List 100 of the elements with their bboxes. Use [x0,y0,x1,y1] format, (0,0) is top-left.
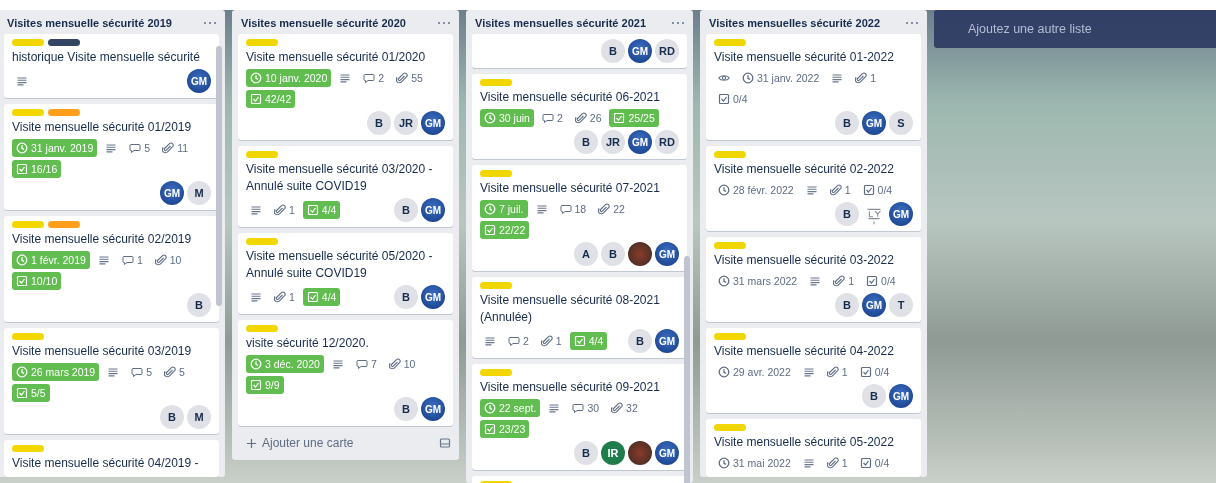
member-logo-avatar[interactable]: GM [889,202,913,226]
card[interactable]: Visite mensuelle sécurité 03/2019 26 mars 2019 5 5 5/5 B M [4,328,219,434]
member-avatar[interactable]: S [889,111,913,135]
member-avatar[interactable]: B [628,329,652,353]
card[interactable]: Visite mensuelle sécurité 06-2021 30 juin 2 26 25/25 B JR GM RD [472,74,687,159]
member-avatar[interactable]: B [187,293,211,317]
member-logo-avatar[interactable]: GM [862,111,886,135]
member-avatar[interactable]: B [601,39,625,63]
member-avatar[interactable]: B [835,111,859,135]
member-avatar[interactable]: B [367,111,391,135]
comment-count: 1 [117,251,147,269]
member-logo-avatar[interactable]: GM [655,242,679,266]
member-avatar[interactable]: T [889,293,913,317]
list-title[interactable]: Visites mensuelle sécurité 2019 [7,17,172,29]
member-avatar[interactable]: B [394,397,418,421]
checklist-badge: 22/22 [480,221,530,239]
card[interactable]: Visite mensuelle sécurité 02-2022 28 févr. 2022 1 0/4 B GM [706,146,921,231]
member-avatar[interactable]: B [601,242,625,266]
member-logo-avatar[interactable]: GM [628,130,652,154]
more-icon[interactable] [905,21,919,25]
member-avatar[interactable]: A [574,242,598,266]
attachment-count: 22 [594,200,629,218]
member-avatar[interactable]: M [187,405,211,429]
member-avatar[interactable]: B [160,405,184,429]
more-icon[interactable] [437,21,451,25]
checklist-badge: 4/4 [569,332,608,350]
comment-count: 2 [359,69,389,87]
card-title: Visite mensuelle sécurité 01/2020 [246,49,427,66]
card-title: Visite mensuelle sécurité 02/2019 [12,231,193,248]
member-avatar[interactable]: B [574,130,598,154]
checklist-badge: 0/4 [714,90,752,108]
member-logo-avatar[interactable]: GM [421,111,445,135]
list-title[interactable]: Visites mensuelles sécurité 2022 [709,17,880,29]
template-icon[interactable] [439,437,451,449]
member-avatar[interactable]: M [187,181,211,205]
member-avatar[interactable]: B [394,285,418,309]
member-logo-avatar[interactable]: GM [655,329,679,353]
card[interactable]: Visite mensuelle sécurité 03/2020 - Annulé suite COVID19 1 4/4 B GM [238,146,453,227]
member-logo-avatar[interactable]: GM [862,293,886,317]
due-date-badge: 28 févr. 2022 [714,181,798,199]
list-title[interactable]: Visites mensuelle sécurité 2020 [241,17,406,29]
member-logo-avatar[interactable]: GM [889,384,913,408]
avatar-photo-placeholder[interactable] [628,242,652,266]
card[interactable]: Visite mensuelle sécurité 05-2022 31 mai 2022 1 0/4 [706,419,921,477]
member-avatar[interactable]: RD [655,130,679,154]
member-avatar[interactable]: B [574,441,598,465]
checklist-badge: 0/4 [862,272,900,290]
member-logo-avatar[interactable]: GM [160,181,184,205]
comment-count: 30 [568,399,604,417]
card[interactable]: Visite mensuelle sécurité 04-2022 29 avr. 2022 1 0/4 B GM [706,328,921,413]
more-icon[interactable] [671,21,685,25]
attachment-count: 5 [160,363,189,381]
card[interactable]: Visite mensuelle sécurité 01/2019 31 janv. 2019 5 11 16/16 GM M [4,104,219,210]
member-logo-avatar[interactable]: GM [655,441,679,465]
member-logo-avatar[interactable]: GM [421,397,445,421]
card[interactable]: Visite mensuelle sécurité 05/2020 - Annulé suite COVID19 1 4/4 B GM [238,233,453,314]
card[interactable]: Visite mensuelle sécurité 04/2019 - [4,440,219,477]
member-avatar[interactable]: JR [601,130,625,154]
add-card-button[interactable]: Ajouter une carte [240,432,360,454]
member-avatar[interactable]: IR [601,441,625,465]
avatar-photo-placeholder[interactable] [628,441,652,465]
member-avatar[interactable]: B [835,293,859,317]
member-avatar[interactable]: B [394,198,418,222]
add-list-button[interactable]: Ajoutez une autre liste [934,10,1216,48]
comment-count: 7 [351,355,381,373]
list-title[interactable]: Visites mensuelles sécurité 2021 [475,17,646,29]
attachment-count: 1 [822,363,852,381]
card[interactable]: Visite mensuelle sécurité 09-2021 22 sept. 30 32 23/23 B IR GM [472,364,687,470]
comment-count: 2 [537,109,567,127]
member-avatar[interactable]: B [835,202,859,226]
member-logo-avatar[interactable]: GM [628,39,652,63]
comment-count: 5 [127,363,157,381]
scrollbar[interactable] [216,46,222,306]
card[interactable]: Visite mensuelle sécurité 08-2021 (Annulée) 2 1 4/4 B GM [472,277,687,358]
card[interactable]: historique Visite mensuelle sécurité GM [4,34,219,98]
due-date-badge: 7 juil. [480,200,528,218]
member-logo-avatar[interactable]: GM [421,198,445,222]
card[interactable]: B GM RD [472,34,687,68]
member-logo-avatar[interactable]: GM [187,69,211,93]
card[interactable]: Visite mensuelle sécurité 01/2020 10 janv. 2020 2 55 42/42 B JR GM [238,34,453,140]
scrollbar[interactable] [684,256,690,483]
description-icon [331,358,344,370]
attachment-count: 26 [570,109,606,127]
card-title: Visite mensuelle sécurité 09-2021 [480,379,661,396]
due-date-badge: 1 févr. 2019 [12,251,90,269]
member-logo-avatar[interactable]: GM [421,285,445,309]
card[interactable]: Visite mensuelle sécurité 07-2021 7 juil. 18 22 22/22 A B GM [472,165,687,271]
card[interactable]: Visite mensuelle sécurité 03-2022 31 mars 2022 1 0/4 B GM T [706,237,921,322]
description-icon [805,184,818,196]
member-avatar[interactable]: RD [655,39,679,63]
card[interactable]: Visite mensuelle sécurité 01-2022 31 janv. 2022 1 0/4 B GM S [706,34,921,140]
card[interactable]: Visite mensuelle sécurité 02/2019 1 févr. 2019 1 10 10/10 B [4,216,219,322]
more-icon[interactable] [203,21,217,25]
description-icon [250,291,262,303]
member-avatar[interactable]: B [862,384,886,408]
card[interactable]: visite sécurité 12/2020. 3 déc. 2020 7 10 9/9 B GM [238,320,453,426]
member-avatar[interactable]: JR [394,111,418,135]
checklist-badge: 4/4 [302,288,341,306]
checklist-badge: 4/4 [302,201,341,219]
checklist-badge: 5/5 [12,384,50,402]
